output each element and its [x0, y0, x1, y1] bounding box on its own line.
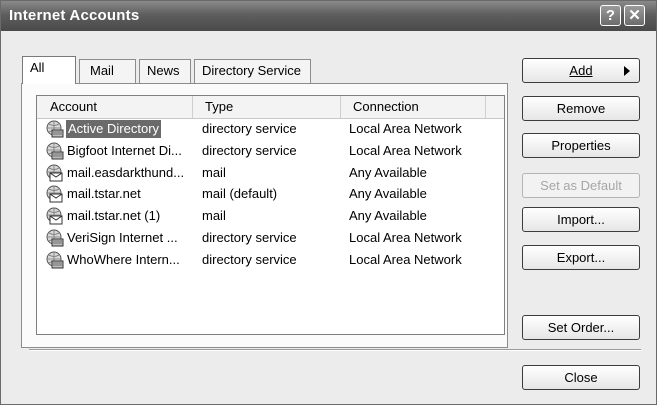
cell-account: mail.tstar.net (1)	[67, 208, 161, 223]
directory-service-icon	[46, 251, 64, 269]
cell-account: VeriSign Internet ...	[67, 230, 178, 245]
set-order-button-label: Set Order...	[547, 320, 615, 335]
column-header-type[interactable]: Type	[193, 96, 341, 118]
directory-service-icon	[46, 229, 64, 247]
cell-type: directory service	[202, 230, 297, 245]
cell-account: Active Directory	[66, 120, 162, 138]
export-button-label: Export...	[556, 250, 606, 265]
column-header-account[interactable]: Account	[37, 96, 193, 118]
tab-mail[interactable]: Mail	[79, 59, 136, 83]
internet-accounts-dialog: Internet Accounts ? ✕ All Mail News Dire…	[0, 0, 657, 405]
cell-type: mail	[202, 208, 226, 223]
list-item[interactable]: mail.tstar.net (1) mail Any Available	[37, 206, 504, 226]
cell-type: mail	[202, 165, 226, 180]
tab-news[interactable]: News	[139, 59, 191, 83]
directory-service-icon	[46, 120, 64, 138]
tab-news-label: News	[147, 63, 180, 78]
cell-connection: Any Available	[349, 165, 427, 180]
list-header: Account Type Connection	[37, 96, 504, 119]
divider	[29, 349, 641, 351]
cell-type: directory service	[202, 121, 297, 136]
title-bar[interactable]: Internet Accounts ? ✕	[1, 1, 656, 31]
close-button[interactable]: Close	[522, 365, 640, 390]
add-button[interactable]: Add	[522, 58, 640, 83]
properties-button[interactable]: Properties	[522, 133, 640, 158]
tab-mail-label: Mail	[90, 63, 114, 78]
list-item[interactable]: Active Directory directory service Local A…	[37, 119, 504, 139]
close-icon: ✕	[628, 7, 641, 24]
cell-type: directory service	[202, 252, 297, 267]
import-button-label: Import...	[557, 212, 605, 227]
cell-account: WhoWhere Intern...	[67, 252, 180, 267]
column-header-connection[interactable]: Connection	[341, 96, 486, 118]
properties-button-label: Properties	[551, 138, 611, 153]
cell-connection: Local Area Network	[349, 230, 462, 245]
cell-connection: Local Area Network	[349, 143, 462, 158]
list-item[interactable]: WhoWhere Intern... directory service Local…	[37, 250, 504, 270]
tab-directory-service-label: Directory Service	[202, 63, 301, 78]
remove-button[interactable]: Remove	[522, 96, 640, 121]
mail-account-icon	[46, 207, 63, 225]
add-button-label: Add	[569, 63, 593, 78]
close-button-label: Close	[564, 370, 598, 385]
import-button[interactable]: Import...	[522, 207, 640, 232]
submenu-arrow-icon	[624, 66, 630, 76]
cell-type: directory service	[202, 143, 297, 158]
cell-connection: Local Area Network	[349, 252, 462, 267]
cell-account: mail.tstar.net	[67, 186, 141, 201]
list-item[interactable]: mail.easdarkthund... mail Any Available	[37, 163, 504, 183]
list-item[interactable]: mail.tstar.net mail (default) Any Availabl…	[37, 184, 504, 204]
help-icon: ?	[605, 7, 616, 24]
close-window-button[interactable]: ✕	[624, 5, 645, 26]
set-as-default-button-label: Set as Default	[540, 178, 622, 193]
export-button[interactable]: Export...	[522, 245, 640, 270]
mail-account-icon	[46, 164, 63, 182]
tab-directory-service[interactable]: Directory Service	[194, 59, 311, 83]
cell-account: mail.easdarkthund...	[67, 165, 185, 180]
cell-type: mail (default)	[202, 186, 278, 201]
cell-connection: Any Available	[349, 208, 427, 223]
tab-all-label: All	[30, 60, 45, 75]
accounts-list[interactable]: Account Type Connection Active Directory…	[36, 95, 505, 335]
remove-button-label: Remove	[556, 101, 606, 116]
list-item[interactable]: Bigfoot Internet Di... directory service L…	[37, 141, 504, 161]
help-button[interactable]: ?	[600, 5, 621, 26]
list-item[interactable]: VeriSign Internet ... directory service Lo…	[37, 228, 504, 248]
window-title: Internet Accounts	[9, 7, 140, 24]
set-order-button[interactable]: Set Order...	[522, 315, 640, 340]
cell-connection: Local Area Network	[349, 121, 462, 136]
cell-account: Bigfoot Internet Di...	[67, 143, 182, 158]
mail-account-icon	[46, 185, 63, 203]
set-as-default-button[interactable]: Set as Default	[522, 173, 640, 198]
directory-service-icon	[46, 142, 64, 160]
cell-connection: Any Available	[349, 186, 427, 201]
tab-all[interactable]: All	[22, 56, 76, 84]
